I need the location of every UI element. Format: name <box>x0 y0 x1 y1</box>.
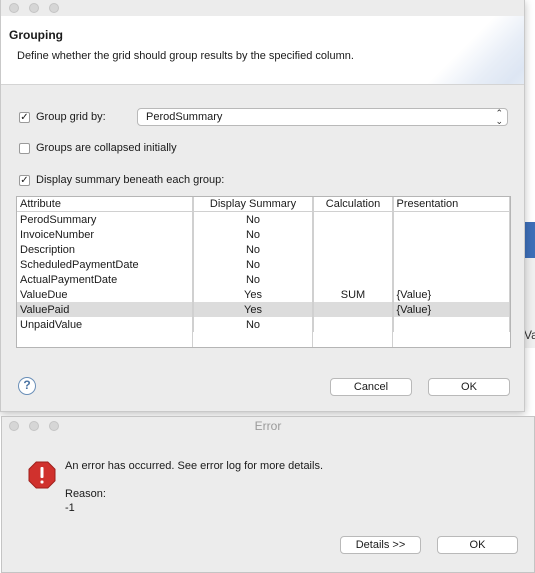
dialog-description: Define whether the grid should group res… <box>17 50 354 62</box>
attribute-cell: ValuePaid <box>17 302 194 317</box>
calculation-cell[interactable] <box>313 211 394 227</box>
presentation-cell[interactable] <box>393 257 510 272</box>
collapsed-initially-row: Groups are collapsed initially <box>19 142 177 154</box>
group-by-selected-value: PerodSummary <box>146 111 223 123</box>
ok-button[interactable]: OK <box>428 378 510 396</box>
reason-label: Reason: <box>65 488 106 500</box>
table-row[interactable]: InvoiceNumber No <box>17 227 510 242</box>
background-fragment-text: Va <box>524 328 535 342</box>
table-row-selected[interactable]: ValuePaid Yes {Value} <box>17 302 510 317</box>
dialog-header: Grouping Define whether the grid should … <box>1 16 524 85</box>
minimize-window-button[interactable] <box>29 3 39 13</box>
presentation-cell[interactable] <box>393 211 510 227</box>
display-summary-cell[interactable]: No <box>193 242 314 257</box>
attribute-cell: ScheduledPaymentDate <box>17 257 194 272</box>
title-bar[interactable] <box>1 0 524 16</box>
reason-value: -1 <box>65 502 75 514</box>
attribute-cell: InvoiceNumber <box>17 227 194 242</box>
help-icon[interactable]: ? <box>18 377 36 395</box>
error-title: Error <box>254 419 282 433</box>
calculation-cell[interactable] <box>313 242 394 257</box>
minimize-window-button[interactable] <box>29 421 39 431</box>
display-summary-cell[interactable]: Yes <box>193 302 314 317</box>
cancel-button[interactable]: Cancel <box>330 378 412 396</box>
group-by-column-select[interactable]: PerodSummary ⌃ ⌄ <box>137 108 508 126</box>
grouping-dialog: Grouping Define whether the grid should … <box>0 0 525 412</box>
table-row[interactable]: ValueDue Yes SUM {Value} <box>17 287 510 302</box>
header-display-summary[interactable]: Display Summary <box>193 197 314 212</box>
presentation-cell[interactable]: {Value} <box>393 302 510 317</box>
zoom-window-button[interactable] <box>49 3 59 13</box>
calculation-cell[interactable]: SUM <box>313 287 394 302</box>
presentation-cell[interactable]: {Value} <box>393 287 510 302</box>
checkmark-icon: ✓ <box>20 111 29 123</box>
display-summary-checkbox[interactable]: ✓ <box>19 174 30 186</box>
details-button[interactable]: Details >> <box>340 536 421 554</box>
table-header-row: Attribute Display Summary Calculation Pr… <box>17 197 510 212</box>
collapsed-initially-checkbox[interactable] <box>19 142 30 154</box>
calculation-cell[interactable] <box>313 317 394 332</box>
presentation-cell[interactable] <box>393 272 510 287</box>
error-dialog: Error An error has occurred. See error l… <box>1 416 535 573</box>
group-grid-by-label: Group grid by: <box>36 111 106 123</box>
display-summary-row: ✓ Display summary beneath each group: <box>19 174 224 186</box>
column-divider <box>312 197 313 347</box>
attribute-cell: UnpaidValue <box>17 317 194 332</box>
table-row[interactable]: ScheduledPaymentDate No <box>17 257 510 272</box>
group-grid-by-checkbox[interactable]: ✓ <box>19 111 30 123</box>
calculation-cell[interactable] <box>313 272 394 287</box>
error-ok-button[interactable]: OK <box>437 536 518 554</box>
error-stop-icon <box>28 461 56 489</box>
header-presentation[interactable]: Presentation <box>393 197 510 212</box>
presentation-cell[interactable] <box>393 227 510 242</box>
display-summary-cell[interactable]: No <box>193 257 314 272</box>
calculation-cell[interactable] <box>313 257 394 272</box>
table-row[interactable]: UnpaidValue No <box>17 317 510 332</box>
error-message: An error has occurred. See error log for… <box>65 460 324 472</box>
summary-table: Attribute Display Summary Calculation Pr… <box>16 196 511 348</box>
table-row[interactable]: Description No <box>17 242 510 257</box>
table-row[interactable]: PerodSummary No <box>17 211 510 227</box>
header-decoration <box>424 16 524 84</box>
header-calculation[interactable]: Calculation <box>313 197 394 212</box>
calculation-cell[interactable] <box>313 227 394 242</box>
presentation-cell[interactable] <box>393 242 510 257</box>
dialog-title: Grouping <box>9 28 63 42</box>
presentation-cell[interactable] <box>393 317 510 332</box>
group-grid-by-row: ✓ Group grid by: <box>19 111 106 123</box>
background-selection-strip <box>525 222 535 258</box>
table-row[interactable]: ActualPaymentDate No <box>17 272 510 287</box>
close-window-button[interactable] <box>9 421 19 431</box>
calculation-cell[interactable] <box>313 302 394 317</box>
attribute-cell: ValueDue <box>17 287 194 302</box>
zoom-window-button[interactable] <box>49 421 59 431</box>
column-divider <box>392 197 393 347</box>
header-attribute[interactable]: Attribute <box>17 197 194 212</box>
collapsed-initially-label: Groups are collapsed initially <box>36 142 177 154</box>
attribute-cell: ActualPaymentDate <box>17 272 194 287</box>
display-summary-cell[interactable]: No <box>193 272 314 287</box>
error-title-bar[interactable]: Error <box>2 417 534 436</box>
close-window-button[interactable] <box>9 3 19 13</box>
display-summary-cell[interactable]: No <box>193 317 314 332</box>
column-divider <box>192 197 193 347</box>
attribute-cell: PerodSummary <box>17 211 194 227</box>
display-summary-cell[interactable]: No <box>193 227 314 242</box>
checkmark-icon: ✓ <box>20 174 29 186</box>
attribute-cell: Description <box>17 242 194 257</box>
updown-chevron-icon: ⌃ ⌄ <box>495 108 503 126</box>
display-summary-cell[interactable]: No <box>193 211 314 227</box>
display-summary-cell[interactable]: Yes <box>193 287 314 302</box>
display-summary-label: Display summary beneath each group: <box>36 174 225 186</box>
